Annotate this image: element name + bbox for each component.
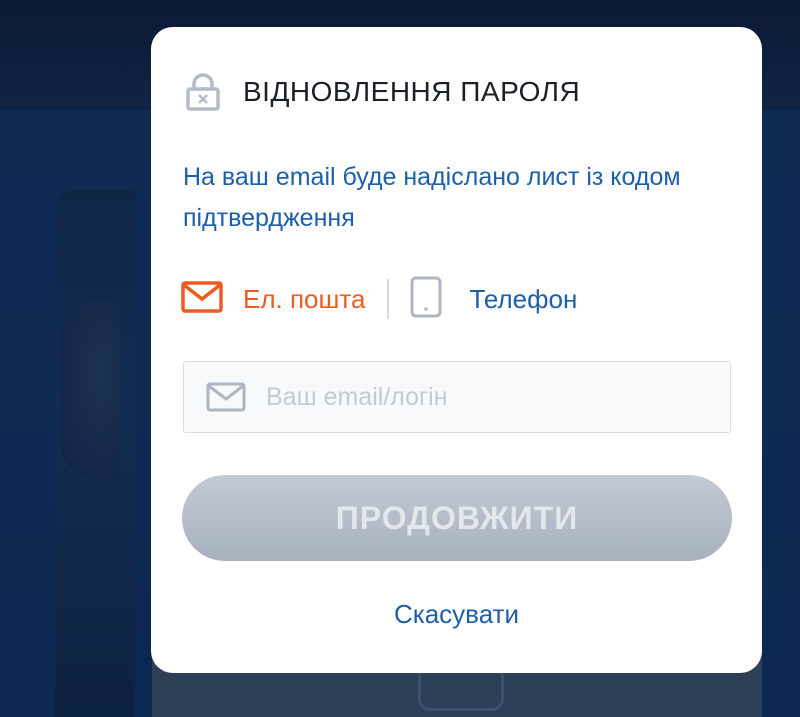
recovery-method-switch: Ел. пошта Телефон bbox=[181, 276, 577, 323]
page-backdrop: ВІДНОВЛЕННЯ ПАРОЛЯ На ваш email буде над… bbox=[0, 0, 800, 717]
password-recovery-modal: ВІДНОВЛЕННЯ ПАРОЛЯ На ваш email буде над… bbox=[151, 27, 762, 673]
lock-icon bbox=[185, 73, 221, 111]
email-input[interactable] bbox=[264, 366, 730, 428]
envelope-icon bbox=[206, 382, 246, 412]
tab-email-label: Ел. пошта bbox=[243, 283, 366, 314]
envelope-icon bbox=[181, 280, 223, 318]
tab-email[interactable]: Ел. пошта bbox=[181, 280, 366, 318]
tab-phone-label: Телефон bbox=[469, 283, 578, 314]
tab-phone[interactable]: Телефон bbox=[409, 276, 577, 323]
background-photo bbox=[60, 300, 120, 480]
continue-button[interactable]: ПРОДОВЖИТИ bbox=[182, 475, 732, 561]
phone-icon bbox=[409, 276, 443, 323]
method-divider bbox=[387, 279, 390, 319]
cancel-link[interactable]: Скасувати bbox=[151, 599, 762, 630]
modal-title: ВІДНОВЛЕННЯ ПАРОЛЯ bbox=[243, 76, 581, 107]
modal-header: ВІДНОВЛЕННЯ ПАРОЛЯ bbox=[185, 73, 580, 111]
email-input-wrapper bbox=[183, 361, 731, 433]
info-text: На ваш email буде надіслано лист із кодо… bbox=[183, 163, 681, 232]
